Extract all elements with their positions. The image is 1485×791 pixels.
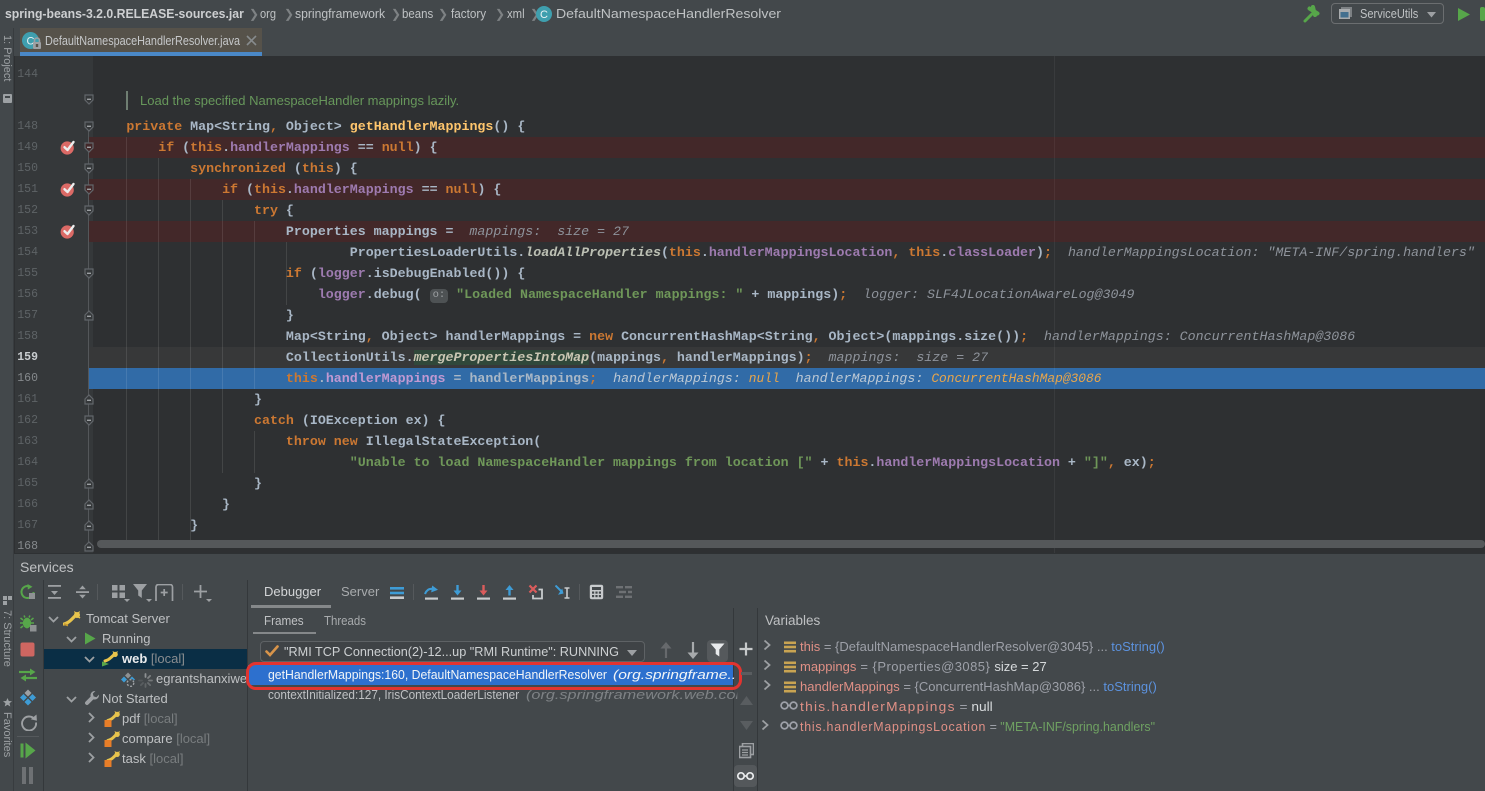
svg-text:C: C [540,9,548,21]
